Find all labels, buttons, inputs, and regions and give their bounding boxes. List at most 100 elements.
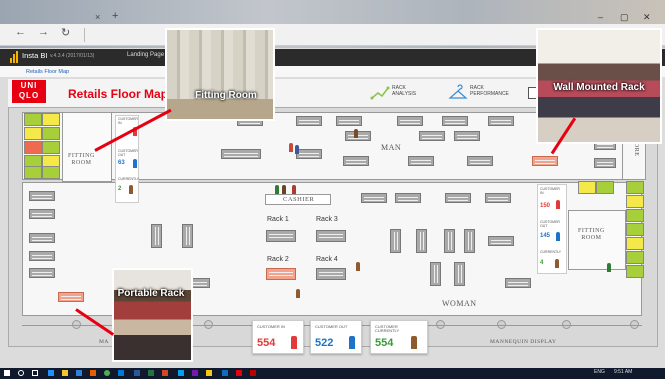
rack-4[interactable] <box>316 268 346 280</box>
app-icon[interactable] <box>118 370 124 376</box>
taskbar-clock[interactable]: 9:51 AM <box>614 369 632 375</box>
rack[interactable] <box>488 236 514 246</box>
wall-mounted-rack[interactable] <box>532 156 558 166</box>
rack[interactable] <box>390 229 401 253</box>
forward-icon[interactable]: → <box>38 26 49 38</box>
app-icon[interactable] <box>90 370 96 376</box>
rack[interactable] <box>464 229 475 253</box>
reload-icon[interactable]: ↻ <box>61 26 70 39</box>
rack[interactable] <box>444 229 455 253</box>
rack[interactable] <box>485 193 511 203</box>
outlook-icon[interactable] <box>222 370 228 376</box>
person-icon <box>555 259 559 268</box>
chrome-icon[interactable] <box>104 370 110 376</box>
rack-2[interactable] <box>266 268 296 280</box>
app-icon[interactable] <box>178 370 184 376</box>
total-current-card[interactable]: CUSTOMER CURRENTLY 554 <box>370 320 428 354</box>
rack[interactable] <box>430 262 441 286</box>
task-view-icon[interactable] <box>32 370 38 376</box>
portable-rack-caption: Portable Rack <box>117 288 185 299</box>
fitting-cell[interactable] <box>626 265 644 278</box>
fitting-cell[interactable] <box>24 166 42 179</box>
hanger-icon[interactable] <box>448 84 468 102</box>
pdf-icon[interactable] <box>236 370 242 376</box>
edge-icon[interactable] <box>48 370 54 376</box>
excel-icon[interactable] <box>148 370 154 376</box>
rack-analysis-label[interactable]: RACK ANALYSIS <box>392 85 416 97</box>
fitting-cell[interactable] <box>578 181 596 194</box>
rack[interactable] <box>408 156 434 166</box>
word-icon[interactable] <box>134 370 140 376</box>
minimize-icon[interactable]: – <box>598 12 603 22</box>
rack-label: Rack 3 <box>316 216 338 223</box>
right-current-value: 4 <box>540 260 544 266</box>
new-tab-icon[interactable]: + <box>112 10 118 22</box>
fitting-cell[interactable] <box>626 223 644 236</box>
fitting-cell[interactable] <box>24 113 42 126</box>
rack[interactable] <box>296 116 322 126</box>
rack[interactable] <box>442 116 468 126</box>
rack-analysis-icon[interactable] <box>370 84 390 102</box>
tab-close-icon[interactable]: × <box>95 12 100 22</box>
rack[interactable] <box>29 233 55 243</box>
portable-rack[interactable] <box>58 292 84 302</box>
rack[interactable] <box>445 193 471 203</box>
rack[interactable] <box>221 149 261 159</box>
fitting-cell[interactable] <box>626 251 644 264</box>
fitting-cell[interactable] <box>24 127 42 140</box>
total-in-card[interactable]: CUSTOMER IN 554 <box>252 320 304 354</box>
rack[interactable] <box>29 268 55 278</box>
rack[interactable] <box>296 149 322 159</box>
rack[interactable] <box>345 131 371 141</box>
landing-page-link[interactable]: Landing Page <box>127 52 164 58</box>
fitting-cell[interactable] <box>42 141 60 154</box>
rack[interactable] <box>488 116 514 126</box>
app-icon[interactable] <box>192 370 198 376</box>
rack-3[interactable] <box>316 230 346 242</box>
rack[interactable] <box>419 131 445 141</box>
person-icon <box>556 200 560 209</box>
fitting-cell[interactable] <box>42 166 60 179</box>
rack[interactable] <box>397 116 423 126</box>
rack[interactable] <box>151 224 162 248</box>
powerbi-icon[interactable] <box>206 370 212 376</box>
rack[interactable] <box>29 251 55 261</box>
fitting-cell[interactable] <box>24 141 42 154</box>
rack[interactable] <box>29 191 55 201</box>
fitting-cell[interactable] <box>626 195 644 208</box>
rack[interactable] <box>361 193 387 203</box>
rack[interactable] <box>343 156 369 166</box>
rack[interactable] <box>467 156 493 166</box>
rack[interactable] <box>416 229 427 253</box>
rack[interactable] <box>594 158 616 168</box>
rack-performance-label[interactable]: RACK PERFORMANCE <box>470 85 509 97</box>
address-bar[interactable] <box>84 28 85 42</box>
folder-icon[interactable] <box>62 370 68 376</box>
start-icon[interactable] <box>4 370 10 376</box>
back-icon[interactable]: ← <box>15 26 26 38</box>
store-icon[interactable] <box>76 370 82 376</box>
rack[interactable] <box>336 116 362 126</box>
rack-1[interactable] <box>266 230 296 242</box>
rack[interactable] <box>505 278 531 288</box>
rack[interactable] <box>182 224 193 248</box>
fitting-cell[interactable] <box>42 113 60 126</box>
rack[interactable] <box>454 262 465 286</box>
fitting-cell[interactable] <box>626 181 644 194</box>
total-out-card[interactable]: CUSTOMER OUT 522 <box>310 320 362 354</box>
fitting-cell[interactable] <box>42 127 60 140</box>
search-icon[interactable] <box>18 370 24 376</box>
close-window-icon[interactable]: ✕ <box>643 12 651 23</box>
breadcrumb[interactable]: Retails Floor Map <box>26 69 69 75</box>
fitting-cell[interactable] <box>596 181 614 194</box>
taskbar-lang[interactable]: ENG <box>594 369 605 375</box>
fitting-cell[interactable] <box>626 209 644 222</box>
fitting-cell[interactable] <box>626 237 644 250</box>
rack[interactable] <box>29 209 55 219</box>
rack[interactable] <box>395 193 421 203</box>
total-current-label: CUSTOMER CURRENTLY <box>375 324 400 333</box>
app-icon[interactable] <box>250 370 256 376</box>
maximize-icon[interactable]: ▢ <box>620 12 629 23</box>
powerpoint-icon[interactable] <box>162 370 168 376</box>
rack[interactable] <box>454 131 480 141</box>
